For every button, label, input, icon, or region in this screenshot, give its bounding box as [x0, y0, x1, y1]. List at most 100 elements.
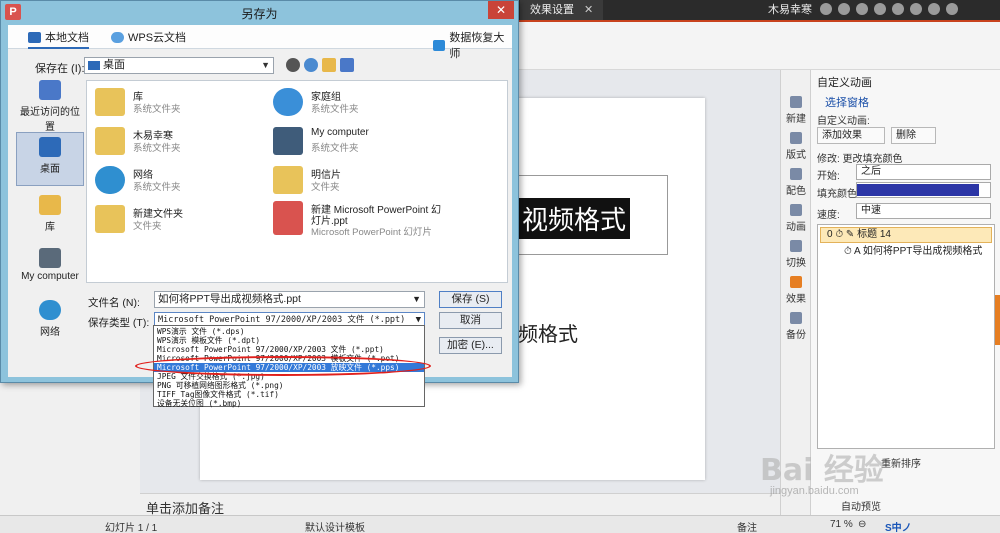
- place-recent[interactable]: 最近访问的位置: [16, 80, 84, 133]
- add-effect-button[interactable]: 添加效果: [817, 127, 885, 144]
- close-tab-icon[interactable]: ✕: [584, 4, 593, 16]
- folder-icon: [273, 166, 303, 194]
- notes-toggle[interactable]: 备注: [737, 519, 757, 533]
- cancel-button[interactable]: 取消: [439, 312, 502, 329]
- computer-icon: [273, 127, 303, 155]
- file-item[interactable]: 库系统文件夹: [91, 86, 291, 120]
- notes-area[interactable]: 单击添加备注: [140, 493, 780, 516]
- animation-icon: [790, 204, 802, 216]
- library-icon: [39, 195, 61, 215]
- encrypt-button[interactable]: 加密 (E)...: [439, 337, 502, 354]
- ppt-file-icon: [273, 201, 303, 235]
- speed-select[interactable]: 中速: [856, 203, 991, 219]
- tab-local-docs[interactable]: 本地文档: [28, 29, 89, 49]
- auto-preview-label[interactable]: 自动预览: [841, 498, 881, 513]
- status-bar: 幻灯片 1 / 1 默认设计模板 备注 71 % ⊖ S中ノ: [0, 515, 1000, 533]
- network-icon: [39, 300, 61, 320]
- reorder-label[interactable]: 重新排序: [881, 455, 921, 470]
- place-network[interactable]: 网络: [16, 300, 84, 338]
- filetype-option[interactable]: WPS演示 文件 (*.dps): [154, 327, 424, 336]
- edge-scroll-tab[interactable]: [995, 295, 1000, 345]
- filetype-option[interactable]: Microsoft PowerPoint 97/2000/XP/2003 模板文…: [154, 354, 424, 363]
- ime-indicator[interactable]: S中ノ: [885, 519, 912, 533]
- file-item[interactable]: 新建文件夹 文件夹: [91, 203, 291, 237]
- place-libraries[interactable]: 库: [16, 195, 84, 233]
- filetype-option[interactable]: 设备无关位图 (*.bmp): [154, 399, 424, 408]
- title-bar-icons[interactable]: [820, 3, 958, 15]
- speed-label: 速度:: [817, 210, 840, 221]
- file-item[interactable]: 新建 Microsoft PowerPoint 幻灯片.ppt Microsoft…: [269, 199, 469, 243]
- place-my-computer[interactable]: My computer: [16, 248, 84, 282]
- animation-item-subtitle[interactable]: ⏱ A 如何将PPT导出成视频格式: [844, 245, 982, 259]
- computer-icon: [39, 248, 61, 268]
- back-icon[interactable]: [286, 58, 300, 72]
- filetype-option[interactable]: TIFF Tag图像文件格式 (*.tif): [154, 390, 424, 399]
- select-pane-link[interactable]: 选择窗格: [825, 94, 869, 110]
- transition-icon: [790, 240, 802, 252]
- file-item[interactable]: 木易幸寒 系统文件夹: [91, 125, 291, 159]
- filetype-option[interactable]: Microsoft PowerPoint 97/2000/XP/2003 文件 …: [154, 345, 424, 354]
- fill-color-label: 填充颜色:: [817, 189, 860, 200]
- dialog-title: 另存为: [241, 7, 278, 21]
- side-tab-color-scheme[interactable]: 配色: [781, 168, 811, 197]
- computer-icon: [28, 31, 41, 43]
- side-tab-backup[interactable]: 备份: [781, 312, 811, 341]
- side-tab-new[interactable]: 新建: [781, 96, 811, 125]
- zoom-out-icon[interactable]: ⊖: [858, 519, 866, 530]
- slide-title-text[interactable]: 视频格式: [518, 198, 631, 239]
- file-item[interactable]: 明信片 文件夹: [269, 164, 469, 198]
- view-menu-icon[interactable]: [340, 58, 354, 72]
- filetype-option[interactable]: PNG 可移植网络图形格式 (*.png): [154, 381, 424, 390]
- filetype-option-selected[interactable]: Microsoft PowerPoint 97/2000/XP/2003 放映文…: [154, 363, 424, 372]
- zoom-level[interactable]: 71 %: [830, 519, 853, 530]
- user-folder-icon: [95, 127, 125, 155]
- animation-item-title14[interactable]: 0 ⏱ ✎ 标题 14: [820, 227, 992, 243]
- pane-title[interactable]: 自定义动画: [817, 74, 872, 90]
- tab-wps-cloud[interactable]: WPS云文档: [111, 29, 186, 45]
- baidu-watermark: Bai 经验: [760, 453, 884, 488]
- layout-icon: [790, 132, 802, 144]
- filetype-option[interactable]: JPEG 文件交换格式 (*.jpg): [154, 372, 424, 381]
- nav-buttons: [286, 58, 354, 72]
- location-tabs: 本地文档 WPS云文档 数据恢复大师: [8, 25, 512, 60]
- close-dialog-button[interactable]: ✕: [488, 1, 514, 19]
- tab-data-recovery[interactable]: 数据恢复大师: [433, 29, 512, 61]
- start-select[interactable]: 之后: [856, 164, 991, 180]
- slide-subtitle-text[interactable]: 频格式: [518, 318, 578, 347]
- file-list[interactable]: 库系统文件夹 家庭组 系统文件夹 木易幸寒 系统文件夹 My computer 系统文…: [86, 80, 508, 283]
- filename-label: 文件名 (N):: [88, 297, 140, 309]
- save-button[interactable]: 保存 (S): [439, 291, 502, 308]
- document-tab[interactable]: 效果设置 ✕: [520, 0, 604, 20]
- recent-places-icon: [39, 80, 61, 100]
- place-desktop[interactable]: 桌面: [16, 132, 84, 186]
- slide-thumbnail-panel: [0, 378, 140, 515]
- dialog-title-bar[interactable]: P 另存为 ✕: [1, 1, 518, 23]
- side-tab-layout[interactable]: 版式: [781, 132, 811, 161]
- custom-anim-label: 自定义动画:: [817, 116, 870, 127]
- animation-list[interactable]: 0 ⏱ ✎ 标题 14 ⏱ A 如何将PPT导出成视频格式: [817, 224, 995, 449]
- side-tab-transition[interactable]: 切换: [781, 240, 811, 269]
- template-name: 默认设计模板: [305, 523, 365, 533]
- start-label: 开始:: [817, 171, 840, 182]
- delete-effect-button[interactable]: 删除: [891, 127, 936, 144]
- save-in-label: 保存在 (I):: [35, 63, 85, 75]
- file-item[interactable]: 网络 系统文件夹: [91, 164, 291, 198]
- homegroup-icon: [273, 88, 303, 116]
- recovery-icon: [433, 39, 446, 51]
- folder-icon: [95, 205, 125, 233]
- filetype-dropdown-list[interactable]: WPS演示 文件 (*.dps) WPS演示 模板文件 (*.dpt) Micr…: [153, 325, 425, 408]
- file-item[interactable]: My computer 系统文件夹: [269, 125, 469, 159]
- save-in-select[interactable]: 桌面 ▼: [84, 57, 274, 74]
- filetype-option[interactable]: WPS演示 模板文件 (*.dpt): [154, 336, 424, 345]
- up-folder-icon[interactable]: [304, 58, 318, 72]
- side-tab-animation[interactable]: 动画: [781, 204, 811, 233]
- side-tab-effects[interactable]: 效果: [781, 276, 811, 305]
- desktop-icon: [88, 61, 100, 70]
- chevron-down-icon[interactable]: ▼: [412, 292, 421, 307]
- file-item[interactable]: 家庭组 系统文件夹: [269, 86, 469, 120]
- filename-input[interactable]: 如何将PPT导出成视频格式.ppt ▼: [154, 291, 425, 308]
- new-folder-icon[interactable]: [322, 58, 336, 72]
- backup-icon: [790, 312, 802, 324]
- user-name[interactable]: 木易幸寒: [768, 0, 812, 20]
- desktop-icon: [39, 137, 61, 157]
